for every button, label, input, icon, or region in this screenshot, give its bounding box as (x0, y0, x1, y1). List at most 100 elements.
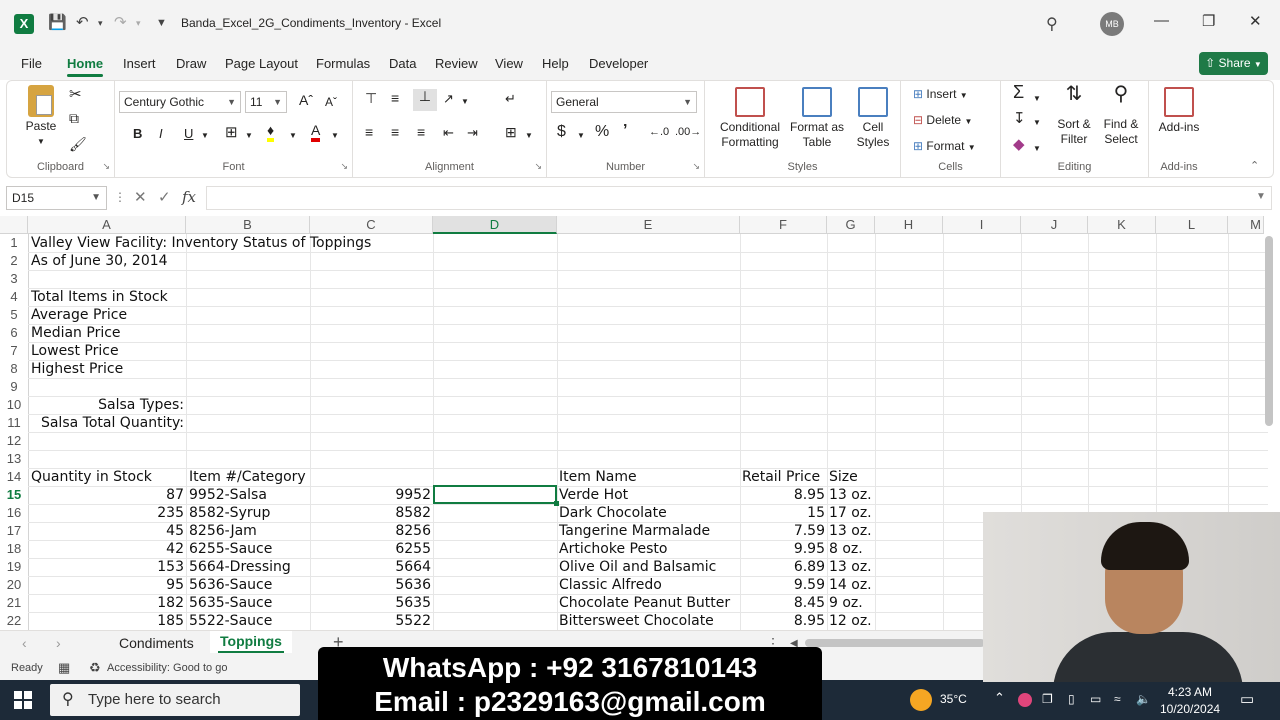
undo-dropdown-icon[interactable]: ▾ (98, 18, 103, 29)
horizontal-scrollbar[interactable] (805, 639, 985, 647)
merge-center-icon[interactable]: ⊞ (505, 125, 517, 140)
autosum-icon[interactable]: Σ (1013, 83, 1024, 101)
fill-color-icon[interactable]: ♦ (267, 123, 275, 142)
table-cell-num[interactable]: 6255 (310, 540, 431, 558)
battery-icon[interactable]: ▭ (1090, 692, 1101, 706)
table-cell-qty[interactable]: 153 (28, 558, 184, 576)
cell-a10[interactable]: Salsa Types: (28, 396, 184, 414)
table-cell-item[interactable]: 8582-Syrup (189, 504, 270, 522)
insert-cells-button[interactable]: ⊞ Insert ▼ (913, 87, 968, 103)
row-header[interactable]: 15 (0, 486, 28, 504)
cell-a14-header[interactable]: Quantity in Stock (31, 468, 152, 486)
tab-view[interactable]: View (495, 56, 523, 71)
dialog-launcher-icon[interactable]: ↘ (340, 161, 348, 172)
column-header-k[interactable]: K (1088, 216, 1156, 234)
cell-a6[interactable]: Median Price (31, 324, 121, 342)
table-cell-price[interactable]: 9.59 (740, 576, 825, 594)
table-cell-size[interactable]: 9 oz. (829, 594, 863, 612)
copy-icon[interactable]: ⧉ (69, 111, 79, 126)
tab-home[interactable]: Home (67, 56, 104, 77)
column-header-h[interactable]: H (875, 216, 943, 234)
row-header[interactable]: 22 (0, 612, 28, 630)
row-header[interactable]: 4 (0, 288, 28, 306)
tab-data[interactable]: Data (389, 56, 416, 71)
table-cell-num[interactable]: 5664 (310, 558, 431, 576)
table-cell-name[interactable]: Verde Hot (559, 486, 628, 504)
table-cell-qty[interactable]: 182 (28, 594, 184, 612)
table-cell-qty[interactable]: 87 (28, 486, 184, 504)
wifi-icon[interactable]: ≈ (1114, 692, 1121, 706)
tab-insert[interactable]: Insert (123, 56, 156, 71)
column-header-g[interactable]: G (827, 216, 875, 234)
column-header-i[interactable]: I (943, 216, 1021, 234)
cell-e14-header[interactable]: Item Name (559, 468, 637, 486)
row-header[interactable]: 17 (0, 522, 28, 540)
table-cell-size[interactable]: 14 oz. (829, 576, 872, 594)
orientation-icon[interactable]: ↗ (443, 91, 454, 106)
table-cell-size[interactable]: 8 oz. (829, 540, 863, 558)
chevron-down-icon[interactable]: ▼ (331, 128, 339, 143)
chevron-down-icon[interactable]: ▼ (525, 128, 533, 143)
bold-button[interactable]: B (133, 126, 142, 141)
tab-help[interactable]: Help (542, 56, 569, 71)
increase-font-size-icon[interactable]: Aˆ (299, 93, 313, 108)
insert-function-button[interactable]: fx (182, 188, 196, 206)
row-header[interactable]: 14 (0, 468, 28, 486)
table-cell-price[interactable]: 8.95 (740, 612, 825, 630)
chevron-down-icon[interactable]: ▼ (461, 94, 469, 109)
borders-icon[interactable]: ⊞ (225, 125, 238, 140)
paste-button[interactable]: Paste ▼ (21, 85, 61, 149)
cell-f14-header[interactable]: Retail Price (742, 468, 820, 486)
align-center-icon[interactable]: ≡ (391, 125, 399, 140)
row-header[interactable]: 21 (0, 594, 28, 612)
table-cell-num[interactable]: 9952 (310, 486, 431, 504)
table-cell-num[interactable]: 5522 (310, 612, 431, 630)
column-header-j[interactable]: J (1021, 216, 1088, 234)
find-select-button[interactable]: ⚲ Find & Select (1097, 84, 1145, 147)
sort-filter-button[interactable]: ⇅ Sort & Filter (1051, 84, 1097, 147)
cell-a4[interactable]: Total Items in Stock (31, 288, 168, 306)
column-header-d[interactable]: D (433, 216, 557, 234)
table-cell-qty[interactable]: 235 (28, 504, 184, 522)
tab-formulas[interactable]: Formulas (316, 56, 370, 71)
font-name-select[interactable]: Century Gothic ▼ (119, 91, 241, 113)
row-header[interactable]: 1 (0, 234, 28, 252)
underline-button[interactable]: U (184, 126, 193, 141)
table-cell-item[interactable]: 6255-Sauce (189, 540, 272, 558)
minimize-icon[interactable]: — (1154, 12, 1169, 29)
column-header-a[interactable]: A (28, 216, 186, 234)
tab-developer[interactable]: Developer (589, 56, 648, 71)
table-cell-size[interactable]: 13 oz. (829, 522, 872, 540)
table-cell-item[interactable]: 9952-Salsa (189, 486, 267, 504)
comma-style-icon[interactable]: ’ (623, 123, 627, 139)
tab-draw[interactable]: Draw (176, 56, 206, 71)
table-cell-price[interactable]: 8.95 (740, 486, 825, 504)
clock-date[interactable]: 10/20/2024 (1160, 702, 1220, 716)
chevron-down-icon[interactable]: ▼ (201, 128, 209, 143)
windows-start-icon[interactable] (14, 691, 32, 709)
column-header-m[interactable]: M (1228, 216, 1264, 234)
table-cell-name[interactable]: Olive Oil and Balsamic (559, 558, 716, 576)
accessibility-icon[interactable]: ♻ (89, 660, 101, 676)
expand-formula-bar-icon[interactable]: ▼ (1256, 191, 1266, 202)
redo-icon[interactable]: ↷ (114, 13, 127, 31)
table-cell-price[interactable]: 15 (740, 504, 825, 522)
name-box[interactable]: D15 ▼ (6, 186, 107, 210)
vertical-scrollbar[interactable] (1265, 236, 1273, 426)
sheet-tab-condiments[interactable]: Condiments (119, 635, 194, 651)
increase-decimal-icon[interactable]: ←.0 (649, 125, 669, 140)
undo-icon[interactable]: ↶ (76, 13, 89, 31)
table-cell-qty[interactable]: 42 (28, 540, 184, 558)
close-icon[interactable]: ✕ (1249, 12, 1262, 30)
clock-time[interactable]: 4:23 AM (1168, 685, 1212, 699)
table-cell-num[interactable]: 8582 (310, 504, 431, 522)
tab-file[interactable]: File (21, 56, 42, 71)
table-cell-name[interactable]: Classic Alfredo (559, 576, 662, 594)
decrease-font-size-icon[interactable]: Aˇ (325, 95, 337, 110)
align-right-icon[interactable]: ≡ (417, 125, 425, 140)
cell-a5[interactable]: Average Price (31, 306, 127, 324)
cell-styles-button[interactable]: Cell Styles (851, 87, 895, 150)
font-size-select[interactable]: 11 ▼ (245, 91, 287, 113)
save-icon[interactable]: 💾 (48, 13, 67, 31)
restore-icon[interactable]: ❐ (1202, 12, 1215, 30)
